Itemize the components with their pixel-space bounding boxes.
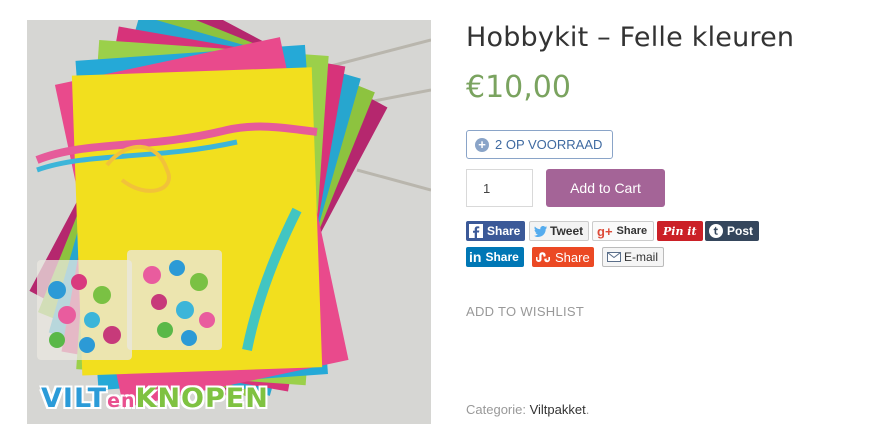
googleplus-icon: g+ [597, 223, 613, 239]
email-share-label: E-mail [624, 250, 659, 264]
category-trailing: . [585, 402, 590, 417]
add-to-cart-button[interactable]: Add to Cart [546, 169, 665, 207]
twitter-tweet-label: Tweet [550, 224, 584, 238]
product-image[interactable]: VILTenKNOPEN [27, 20, 431, 424]
stock-label: 2 OP VOORRAAD [495, 137, 603, 152]
category-link[interactable]: Viltpakket [530, 402, 586, 417]
tumblr-icon [709, 224, 723, 238]
stock-badge: + 2 OP VOORRAAD [466, 130, 614, 159]
envelope-icon [607, 252, 621, 262]
linkedin-share-button[interactable]: in Share [466, 247, 524, 267]
product-photo [27, 20, 431, 424]
product-title: Hobbykit – Felle kleuren [466, 22, 795, 53]
product-price: €10,00 [466, 70, 571, 105]
stumbleupon-share-label: Share [555, 249, 590, 265]
facebook-share-label: Share [487, 224, 521, 238]
plus-circle-icon: + [475, 137, 489, 152]
email-share-button[interactable]: E-mail [602, 247, 665, 267]
pinterest-pin-button[interactable]: Pin it [657, 221, 703, 241]
add-to-wishlist-link[interactable]: ADD TO WISHLIST [466, 304, 584, 319]
googleplus-share-label: Share [616, 225, 648, 237]
product-meta: Categorie: Viltpakket. [466, 402, 589, 417]
stumbleupon-icon [536, 252, 550, 263]
twitter-tweet-button[interactable]: Tweet [529, 221, 590, 241]
facebook-share-button[interactable]: Share [466, 221, 526, 241]
tumblr-post-label: Post [727, 224, 754, 238]
facebook-icon [469, 224, 483, 238]
pinterest-pin-label: Pin it [663, 224, 697, 238]
googleplus-share-button[interactable]: g+ Share [592, 221, 655, 241]
quantity-input[interactable] [466, 169, 533, 207]
brand-logo: VILTenKNOPEN [41, 383, 269, 414]
category-label: Categorie: [466, 402, 530, 417]
linkedin-share-label: Share [485, 250, 519, 264]
linkedin-icon: in [469, 249, 482, 265]
tumblr-post-button[interactable]: Post [705, 221, 760, 241]
twitter-bird-icon [534, 225, 547, 237]
stumbleupon-share-button[interactable]: Share [532, 247, 594, 267]
